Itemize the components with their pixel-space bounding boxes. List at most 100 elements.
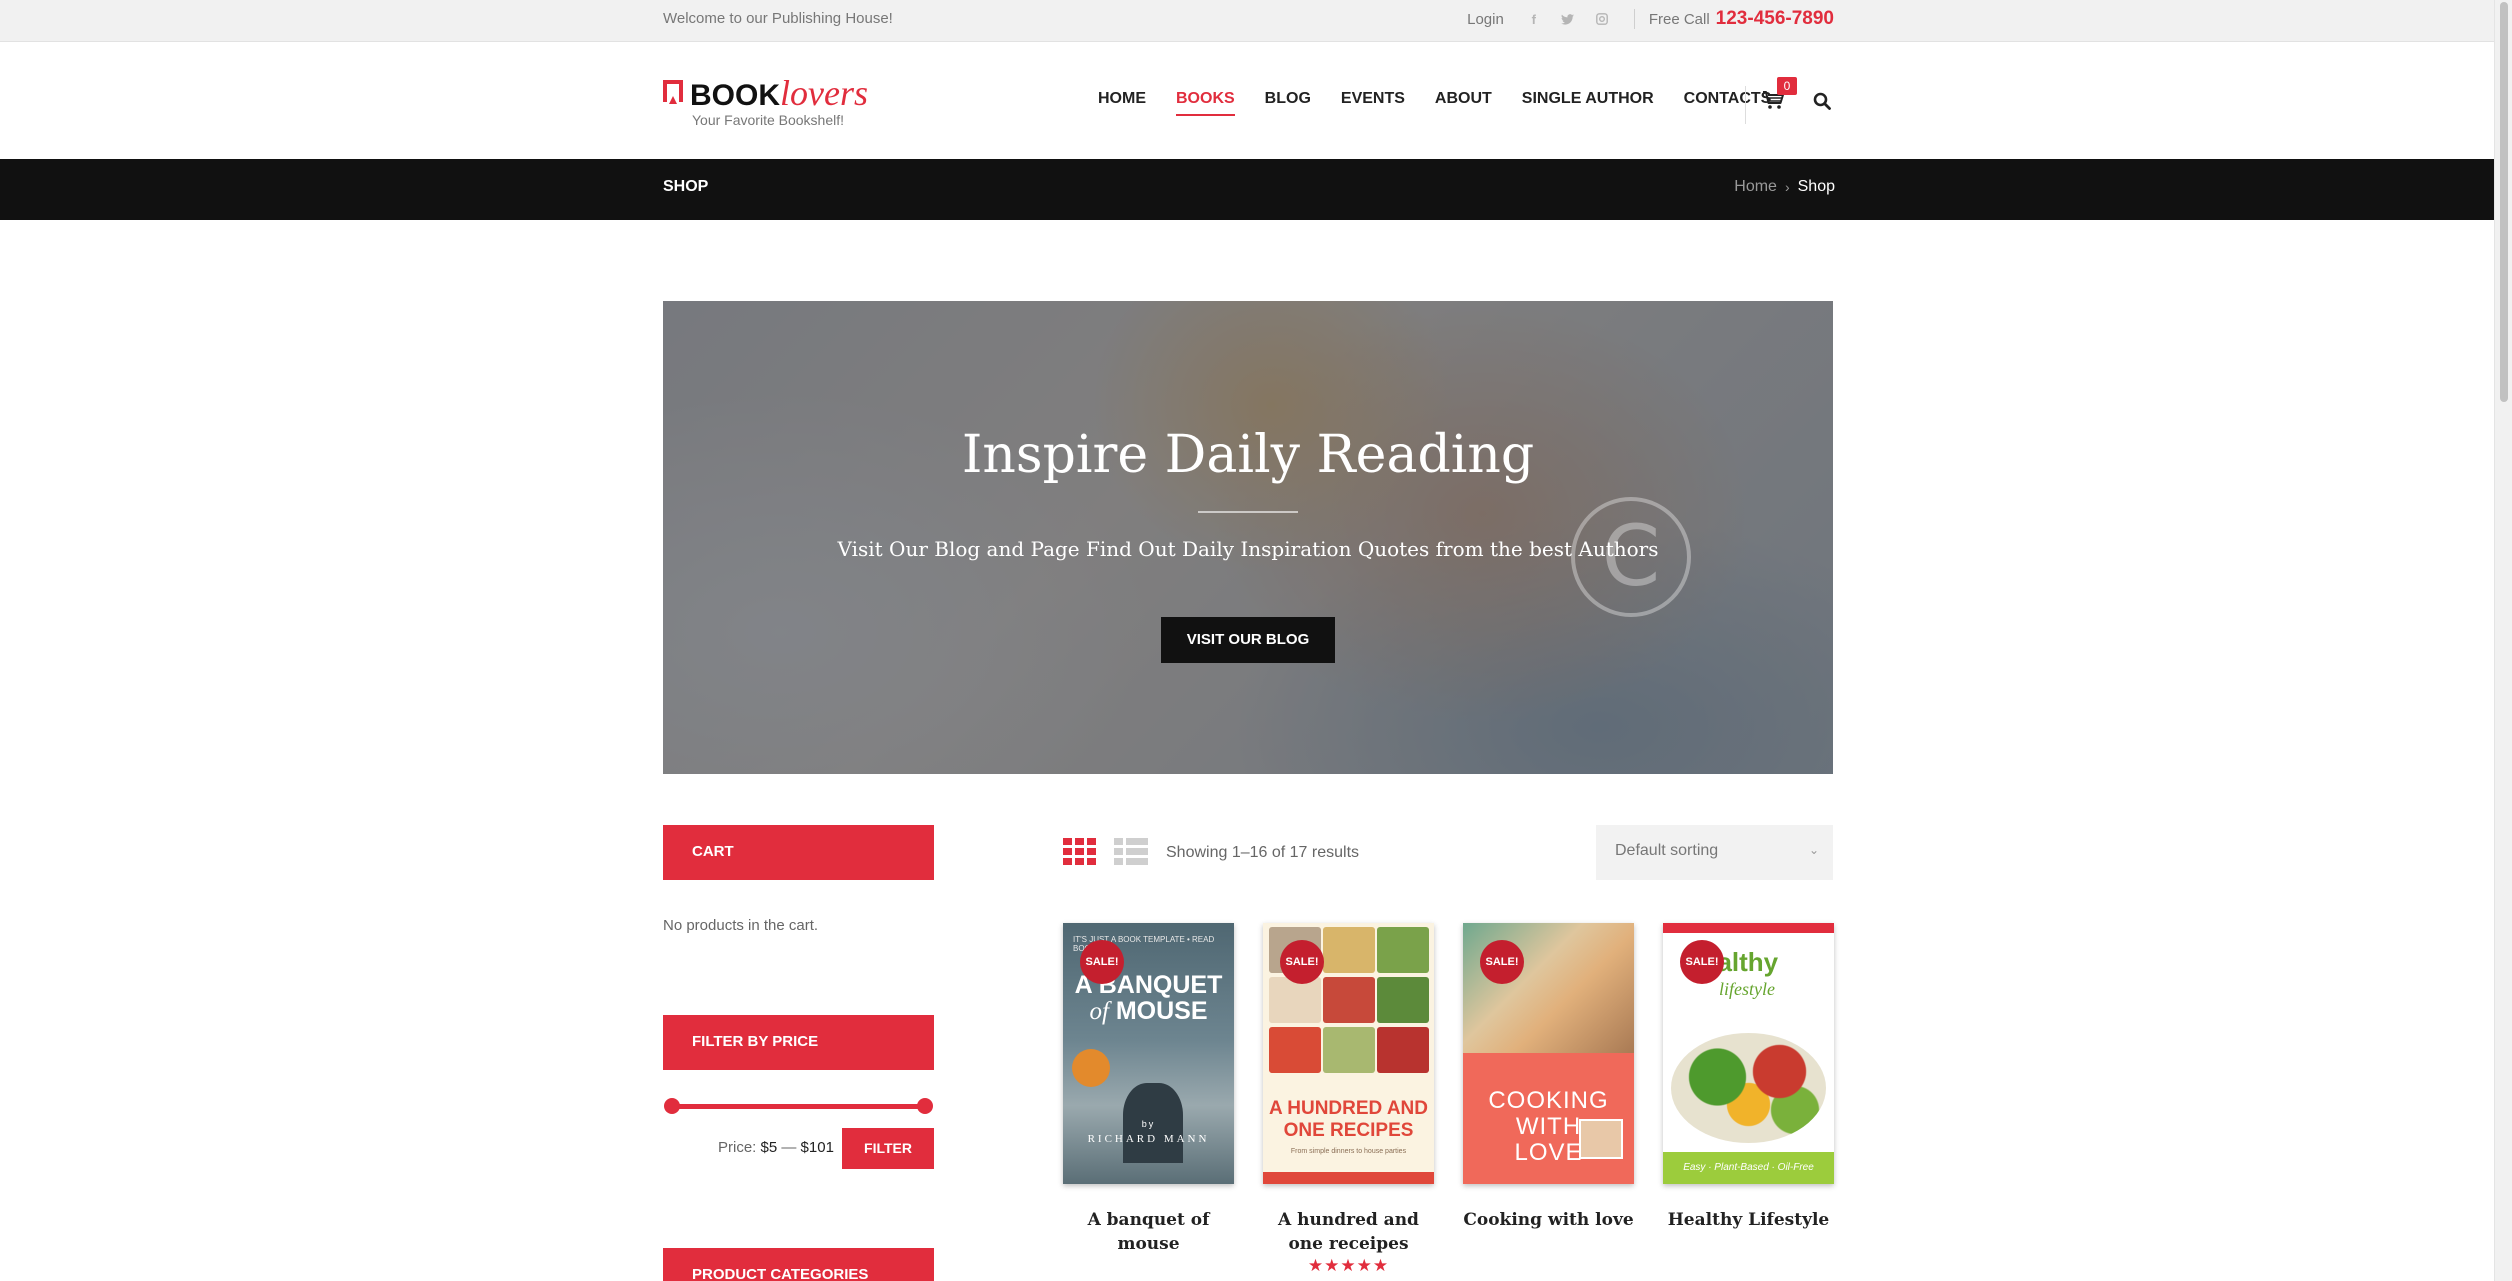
welcome-text: Welcome to our Publishing House! xyxy=(663,10,893,27)
categories-widget-title: PRODUCT CATEGORIES xyxy=(663,1248,934,1281)
banner-divider xyxy=(1198,511,1298,513)
logo-book: BOOK xyxy=(690,79,780,112)
logo-tagline: Your Favorite Bookshelf! xyxy=(692,112,845,128)
breadcrumb-current: Shop xyxy=(1797,178,1835,195)
login-link[interactable]: Login xyxy=(1467,11,1504,28)
site-header: BOOKlovers Your Favorite Bookshelf! HOME… xyxy=(0,42,2494,159)
cover-footer: Easy · Plant-Based · Oil-Free xyxy=(1663,1152,1834,1184)
cover-author: RICHARD MANN xyxy=(1087,1133,1210,1145)
breadcrumb-home[interactable]: Home xyxy=(1734,178,1777,196)
cover-title-line-2: lifestyle xyxy=(1719,979,1775,999)
product-cover[interactable]: SALE! COOKING WITH LOVE xyxy=(1463,923,1634,1184)
product-card[interactable]: SALE! A HUNDRED AND ONE RECIPES From simp… xyxy=(1263,923,1434,1276)
cover-footer-band xyxy=(1263,1172,1434,1184)
product-card[interactable]: SALE! IT'S JUST A BOOK TEMPLATE • READ B… xyxy=(1063,923,1234,1256)
cart-widget-title: CART xyxy=(663,825,934,880)
chevron-right-icon: › xyxy=(1784,179,1790,195)
product-cover[interactable]: SALE! A HUNDRED AND ONE RECIPES From simp… xyxy=(1263,923,1434,1184)
bookmark-icon xyxy=(663,80,683,104)
logo-wordmark: BOOKlovers xyxy=(690,72,868,114)
sort-selected-value: Default sorting xyxy=(1615,842,1719,859)
rating-stars: ★★★★★ xyxy=(1307,1256,1390,1275)
cover-top-band xyxy=(1663,923,1834,933)
sale-badge: SALE! xyxy=(1080,940,1124,984)
price-range-label: Price: $5 — $101 xyxy=(718,1139,834,1156)
header-divider xyxy=(1745,86,1746,124)
sort-select[interactable]: Default sorting ⌄ xyxy=(1596,825,1833,880)
results-count: Showing 1–16 of 17 results xyxy=(1166,844,1360,861)
product-title[interactable]: Healthy Lifestyle xyxy=(1663,1208,1834,1232)
banner-heading: Inspire Daily Reading xyxy=(961,425,1535,485)
sale-badge: SALE! xyxy=(1280,940,1324,984)
product-title[interactable]: A hundred and one receipes xyxy=(1263,1208,1434,1256)
cover-title-line-2: WITH xyxy=(1515,1113,1582,1140)
breadcrumb: Home › Shop xyxy=(1734,178,1835,196)
logo-lovers: lovers xyxy=(780,73,868,113)
food-tile xyxy=(1377,927,1429,973)
nav-item-about[interactable]: ABOUT xyxy=(1435,90,1492,116)
product-cover[interactable]: SALE! IT'S JUST A BOOK TEMPLATE • READ B… xyxy=(1063,923,1234,1184)
promo-banner: C Inspire Daily Reading Visit Our Blog a… xyxy=(663,301,1833,774)
cover-title-line-2: of MOUSE xyxy=(1063,997,1234,1026)
food-tile xyxy=(1323,977,1375,1023)
cover-badge xyxy=(1072,1049,1110,1087)
product-title[interactable]: Cooking with love xyxy=(1463,1208,1634,1232)
cover-title-line-1: COOKING xyxy=(1488,1087,1609,1114)
scrollbar-thumb[interactable] xyxy=(2500,2,2508,402)
price-slider-min-handle[interactable] xyxy=(664,1098,680,1114)
nav-item-events[interactable]: EVENTS xyxy=(1341,90,1405,116)
nav-item-home[interactable]: HOME xyxy=(1098,90,1146,116)
food-tile xyxy=(1377,977,1429,1023)
nav-item-blog[interactable]: BLOG xyxy=(1265,90,1311,116)
price-slider-max-handle[interactable] xyxy=(917,1098,933,1114)
nav-item-books[interactable]: BOOKS xyxy=(1176,90,1235,116)
banner-subheading: Visit Our Blog and Page Find Out Daily I… xyxy=(837,537,1659,561)
cover-title-line-3: LOVE xyxy=(1514,1139,1583,1166)
food-tile xyxy=(1323,927,1375,973)
top-bar-divider xyxy=(1633,9,1635,29)
filter-button[interactable]: FILTER xyxy=(842,1128,934,1169)
cover-photo xyxy=(1463,923,1634,1053)
phone-number[interactable]: 123-456-7890 xyxy=(1716,8,1834,30)
main-nav: HOME BOOKS BLOG EVENTS ABOUT SINGLE AUTH… xyxy=(1098,90,1801,116)
list-view-icon[interactable] xyxy=(1114,838,1148,866)
twitter-icon[interactable] xyxy=(1560,11,1576,27)
product-cover[interactable]: SALE! ealthy lifestyle Easy · Plant-Base… xyxy=(1663,923,1834,1184)
cover-vegetables xyxy=(1671,1033,1826,1143)
grid-view-icon[interactable] xyxy=(1063,838,1097,866)
cover-title-line-1: A HUNDRED AND xyxy=(1268,1098,1429,1119)
food-tile xyxy=(1269,977,1321,1023)
cover-title-line-2: ONE RECIPES xyxy=(1283,1120,1414,1141)
price-label-prefix: Price: xyxy=(718,1139,757,1156)
nav-item-contacts[interactable]: CONTACTS xyxy=(1684,90,1772,116)
top-bar-right: Login f Free Call 123-456-7890 xyxy=(1467,8,1834,30)
filter-widget-title: FILTER BY PRICE xyxy=(663,1015,934,1070)
product-card[interactable]: SALE! COOKING WITH LOVE Cooking with love xyxy=(1463,923,1634,1232)
cover-title-word: MOUSE xyxy=(1115,997,1208,1025)
product-card[interactable]: SALE! ealthy lifestyle Easy · Plant-Base… xyxy=(1663,923,1834,1232)
nav-item-single-author[interactable]: SINGLE AUTHOR xyxy=(1522,90,1654,116)
visit-blog-button[interactable]: VISIT OUR BLOG xyxy=(1161,617,1335,663)
instagram-icon[interactable] xyxy=(1594,11,1610,27)
cover-title: A HUNDRED AND ONE RECIPES xyxy=(1263,1098,1434,1142)
price-min: $5 xyxy=(760,1139,778,1156)
page-title: SHOP xyxy=(663,178,709,195)
top-bar: Welcome to our Publishing House! Login f… xyxy=(0,0,2494,42)
sale-badge: SALE! xyxy=(1680,940,1724,984)
cover-by: by xyxy=(1141,1119,1156,1129)
cover-of: of xyxy=(1089,998,1109,1025)
cart-count-badge: 0 xyxy=(1777,77,1797,95)
chevron-down-icon: ⌄ xyxy=(1808,843,1819,857)
cover-subtitle: From simple dinners to house parties xyxy=(1290,1148,1407,1155)
facebook-icon[interactable]: f xyxy=(1526,11,1542,27)
food-tile xyxy=(1377,1027,1429,1073)
free-call-label: Free Call xyxy=(1648,10,1710,28)
product-title[interactable]: A banquet of mouse xyxy=(1063,1208,1234,1256)
food-tile xyxy=(1269,1027,1321,1073)
price-slider-track[interactable] xyxy=(672,1104,925,1109)
food-tile xyxy=(1323,1027,1375,1073)
sale-badge: SALE! xyxy=(1480,940,1524,984)
search-icon[interactable] xyxy=(1813,92,1831,110)
cover-inset-photo xyxy=(1579,1119,1623,1159)
page-title-bar: SHOP Home › Shop xyxy=(0,159,2494,220)
